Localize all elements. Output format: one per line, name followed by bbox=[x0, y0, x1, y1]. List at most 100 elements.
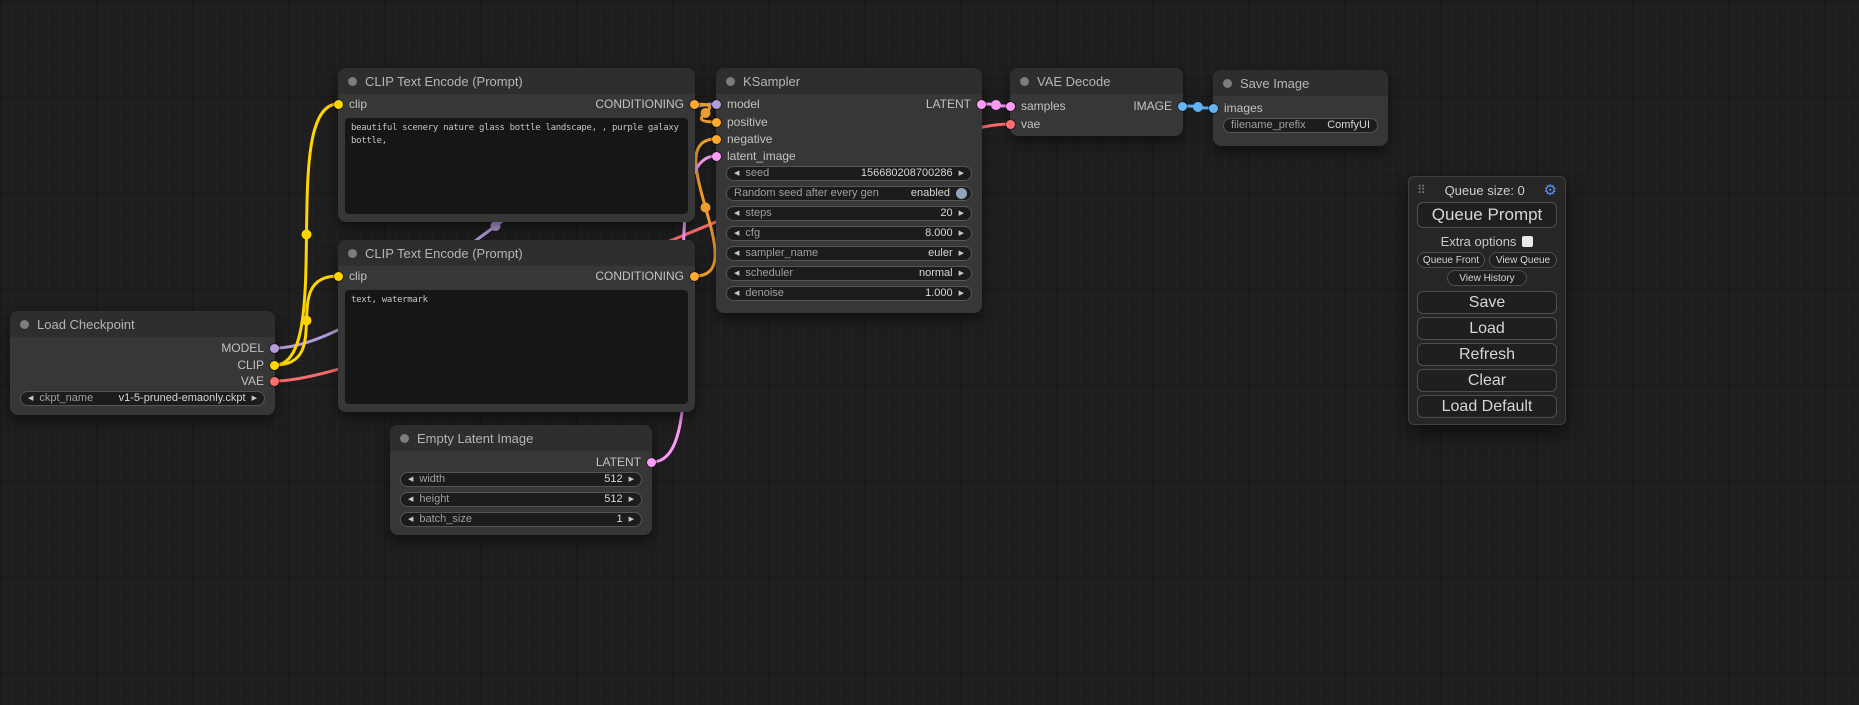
decrement-arrow-icon[interactable]: ◀ bbox=[734, 267, 739, 280]
view-history-button[interactable]: View History bbox=[1447, 270, 1527, 286]
scheduler-widget[interactable]: ◀ scheduler normal ▶ bbox=[726, 266, 972, 281]
node-title-bar[interactable]: VAE Decode bbox=[1010, 68, 1183, 94]
seed-widget[interactable]: ◀ seed 156680208700286 ▶ bbox=[726, 166, 972, 181]
node-title-bar[interactable]: KSampler bbox=[716, 68, 982, 94]
drag-handle-icon[interactable]: ⠿ bbox=[1417, 183, 1426, 197]
output-conditioning[interactable]: CONDITIONING bbox=[595, 269, 699, 283]
load-button[interactable]: Load bbox=[1417, 317, 1557, 340]
increment-arrow-icon[interactable]: ▶ bbox=[959, 247, 964, 260]
latent-port-dot[interactable] bbox=[977, 100, 986, 109]
refresh-button[interactable]: Refresh bbox=[1417, 343, 1557, 366]
conditioning-port-dot[interactable] bbox=[712, 118, 721, 127]
node-empty-latent-image[interactable]: Empty Latent Image LATENT ◀ width 512 ▶ … bbox=[390, 425, 652, 535]
collapse-dot[interactable] bbox=[1020, 77, 1029, 86]
increment-arrow-icon[interactable]: ▶ bbox=[629, 513, 634, 526]
node-title-bar[interactable]: CLIP Text Encode (Prompt) bbox=[338, 68, 695, 94]
positive-prompt-text-input[interactable]: beautiful scenery nature glass bottle la… bbox=[345, 118, 688, 214]
collapse-dot[interactable] bbox=[726, 77, 735, 86]
image-port-dot[interactable] bbox=[1209, 104, 1218, 113]
output-conditioning[interactable]: CONDITIONING bbox=[595, 97, 699, 111]
model-port-dot[interactable] bbox=[270, 344, 279, 353]
output-model[interactable]: MODEL bbox=[221, 341, 279, 355]
input-latent-image[interactable]: latent_image bbox=[712, 149, 796, 163]
conditioning-port-dot[interactable] bbox=[712, 135, 721, 144]
collapse-dot[interactable] bbox=[1223, 79, 1232, 88]
settings-gear-icon[interactable]: ⚙ bbox=[1544, 183, 1557, 198]
steps-widget[interactable]: ◀ steps 20 ▶ bbox=[726, 206, 972, 221]
increment-arrow-icon[interactable]: ▶ bbox=[629, 473, 634, 486]
queue-front-button[interactable]: Queue Front bbox=[1417, 252, 1485, 268]
input-clip[interactable]: clip bbox=[334, 269, 367, 283]
node-load-checkpoint[interactable]: Load Checkpoint MODEL CLIP VAE ◀ ckpt_na… bbox=[10, 311, 275, 415]
filename-prefix-widget[interactable]: filename_prefix ComfyUI bbox=[1223, 118, 1378, 133]
increment-arrow-icon[interactable]: ▶ bbox=[959, 267, 964, 280]
decrement-arrow-icon[interactable]: ◀ bbox=[408, 513, 413, 526]
latent-port-dot[interactable] bbox=[712, 152, 721, 161]
decrement-arrow-icon[interactable]: ◀ bbox=[734, 287, 739, 300]
increment-arrow-icon[interactable]: ▶ bbox=[959, 167, 964, 180]
increment-arrow-icon[interactable]: ▶ bbox=[252, 392, 257, 405]
output-clip[interactable]: CLIP bbox=[237, 358, 279, 372]
negative-prompt-text-input[interactable]: text, watermark bbox=[345, 290, 688, 404]
latent-port-dot[interactable] bbox=[647, 458, 656, 467]
node-vae-decode[interactable]: VAE Decode samples vae IMAGE bbox=[1010, 68, 1183, 136]
input-negative[interactable]: negative bbox=[712, 132, 772, 146]
output-vae[interactable]: VAE bbox=[241, 374, 279, 388]
clear-button[interactable]: Clear bbox=[1417, 369, 1557, 392]
extra-options-checkbox[interactable] bbox=[1522, 236, 1533, 247]
decrement-arrow-icon[interactable]: ◀ bbox=[28, 392, 33, 405]
clip-port-dot[interactable] bbox=[270, 361, 279, 370]
decrement-arrow-icon[interactable]: ◀ bbox=[734, 167, 739, 180]
decrement-arrow-icon[interactable]: ◀ bbox=[734, 227, 739, 240]
load-default-button[interactable]: Load Default bbox=[1417, 395, 1557, 418]
output-latent[interactable]: LATENT bbox=[596, 455, 656, 469]
input-model[interactable]: model bbox=[712, 97, 760, 111]
model-port-dot[interactable] bbox=[712, 100, 721, 109]
increment-arrow-icon[interactable]: ▶ bbox=[959, 227, 964, 240]
increment-arrow-icon[interactable]: ▶ bbox=[959, 287, 964, 300]
vae-port-dot[interactable] bbox=[270, 377, 279, 386]
save-button[interactable]: Save bbox=[1417, 291, 1557, 314]
cfg-widget[interactable]: ◀ cfg 8.000 ▶ bbox=[726, 226, 972, 241]
conditioning-port-dot[interactable] bbox=[690, 272, 699, 281]
node-title-bar[interactable]: Load Checkpoint bbox=[10, 311, 275, 337]
decrement-arrow-icon[interactable]: ◀ bbox=[408, 473, 413, 486]
decrement-arrow-icon[interactable]: ◀ bbox=[734, 207, 739, 220]
node-title-bar[interactable]: Empty Latent Image bbox=[390, 425, 652, 451]
output-latent[interactable]: LATENT bbox=[926, 97, 986, 111]
denoise-widget[interactable]: ◀ denoise 1.000 ▶ bbox=[726, 286, 972, 301]
view-queue-button[interactable]: View Queue bbox=[1489, 252, 1557, 268]
vae-port-dot[interactable] bbox=[1006, 120, 1015, 129]
input-vae[interactable]: vae bbox=[1006, 117, 1040, 131]
latent-port-dot[interactable] bbox=[1006, 102, 1015, 111]
node-save-image[interactable]: Save Image images filename_prefix ComfyU… bbox=[1213, 70, 1388, 146]
clip-port-dot[interactable] bbox=[334, 272, 343, 281]
input-clip[interactable]: clip bbox=[334, 97, 367, 111]
random-seed-toggle-widget[interactable]: Random seed after every gen enabled bbox=[726, 186, 972, 201]
image-port-dot[interactable] bbox=[1178, 102, 1187, 111]
decrement-arrow-icon[interactable]: ◀ bbox=[408, 493, 413, 506]
collapse-dot[interactable] bbox=[20, 320, 29, 329]
batch-size-widget[interactable]: ◀ batch_size 1 ▶ bbox=[400, 512, 642, 527]
collapse-dot[interactable] bbox=[400, 434, 409, 443]
ckpt-name-widget[interactable]: ◀ ckpt_name v1-5-pruned-emaonly.ckpt ▶ bbox=[20, 391, 265, 406]
decrement-arrow-icon[interactable]: ◀ bbox=[734, 247, 739, 260]
node-ksampler[interactable]: KSampler model positive negative latent_… bbox=[716, 68, 982, 313]
node-clip-text-encode-positive[interactable]: CLIP Text Encode (Prompt) clip CONDITION… bbox=[338, 68, 695, 222]
sampler-name-widget[interactable]: ◀ sampler_name euler ▶ bbox=[726, 246, 972, 261]
clip-port-dot[interactable] bbox=[334, 100, 343, 109]
collapse-dot[interactable] bbox=[348, 249, 357, 258]
increment-arrow-icon[interactable]: ▶ bbox=[959, 207, 964, 220]
input-samples[interactable]: samples bbox=[1006, 99, 1066, 113]
conditioning-port-dot[interactable] bbox=[690, 100, 699, 109]
output-image[interactable]: IMAGE bbox=[1133, 99, 1187, 113]
height-widget[interactable]: ◀ height 512 ▶ bbox=[400, 492, 642, 507]
node-clip-text-encode-negative[interactable]: CLIP Text Encode (Prompt) clip CONDITION… bbox=[338, 240, 695, 412]
input-positive[interactable]: positive bbox=[712, 115, 768, 129]
width-widget[interactable]: ◀ width 512 ▶ bbox=[400, 472, 642, 487]
toggle-knob[interactable] bbox=[956, 188, 967, 199]
collapse-dot[interactable] bbox=[348, 77, 357, 86]
node-title-bar[interactable]: Save Image bbox=[1213, 70, 1388, 96]
node-title-bar[interactable]: CLIP Text Encode (Prompt) bbox=[338, 240, 695, 266]
increment-arrow-icon[interactable]: ▶ bbox=[629, 493, 634, 506]
